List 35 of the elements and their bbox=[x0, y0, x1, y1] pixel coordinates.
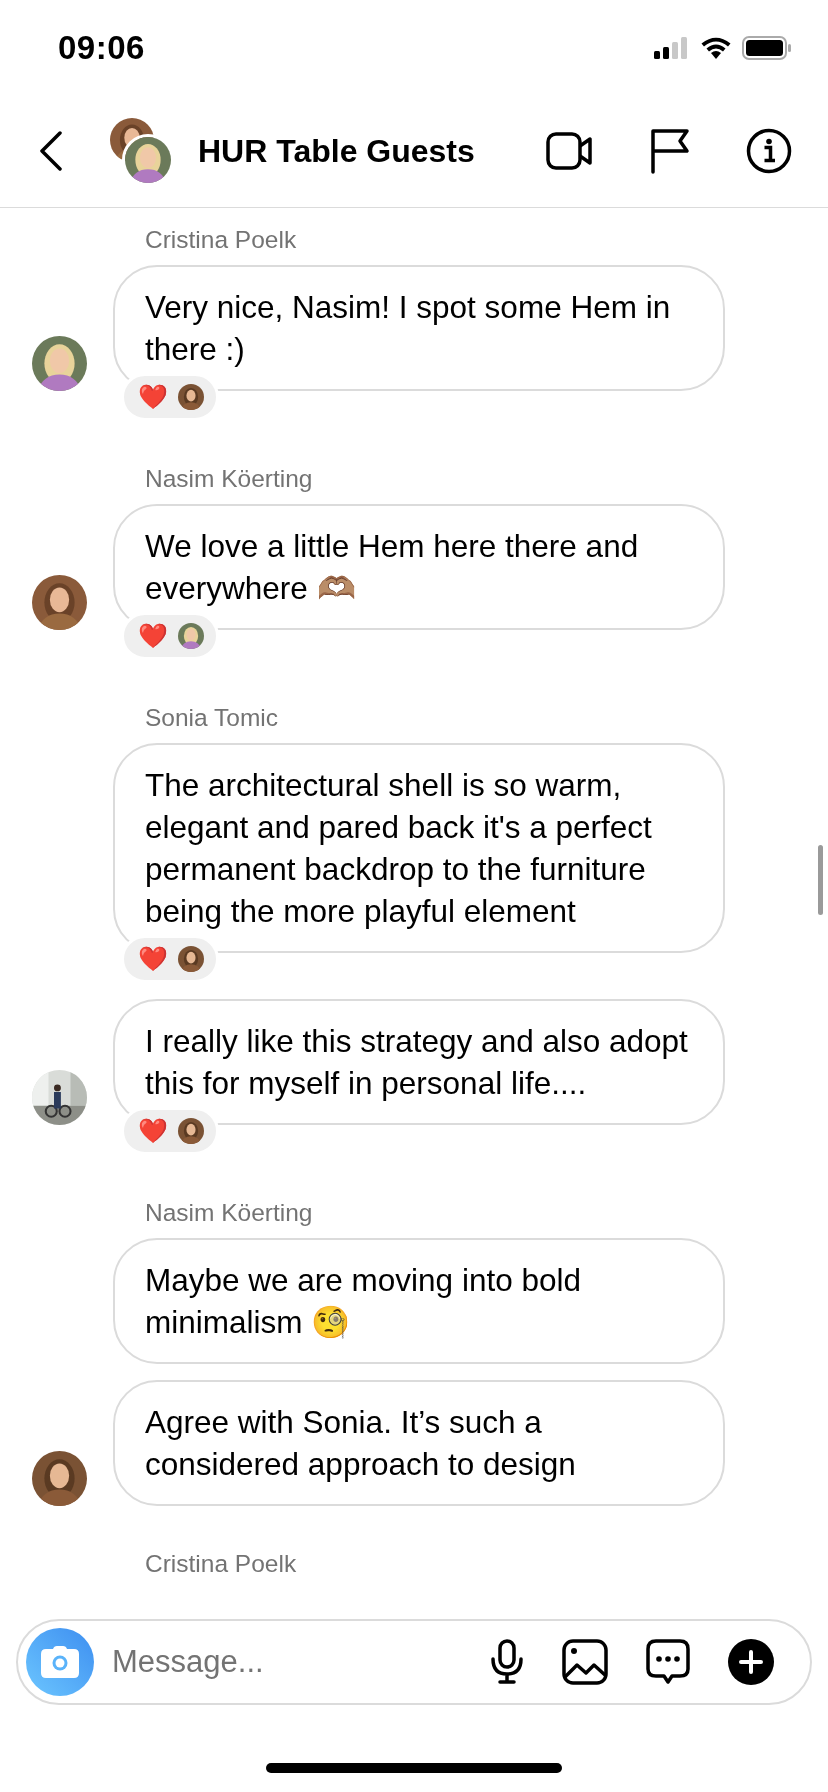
flag-icon bbox=[650, 128, 690, 174]
battery-icon bbox=[742, 35, 792, 60]
plus-icon bbox=[728, 1639, 774, 1685]
message-bubble[interactable]: Agree with Sonia. It’s such a considered approach to design bbox=[113, 1380, 725, 1506]
reaction-pill[interactable]: ❤ bbox=[121, 935, 219, 983]
reaction-pill[interactable]: ❤ bbox=[121, 373, 219, 421]
voice-button[interactable] bbox=[490, 1639, 524, 1685]
microphone-icon bbox=[490, 1639, 524, 1685]
sender-name: Nasim Köerting bbox=[145, 465, 314, 493]
chat-bubble-icon bbox=[646, 1639, 690, 1685]
status-time: 09:06 bbox=[58, 28, 145, 67]
reaction-pill[interactable]: ❤ bbox=[121, 612, 219, 660]
camera-button[interactable] bbox=[26, 1628, 94, 1696]
back-button[interactable] bbox=[38, 131, 64, 171]
sender-name: Sonia Tomic bbox=[145, 704, 279, 732]
video-call-button[interactable] bbox=[546, 131, 594, 171]
message-bubble[interactable]: Maybe we are moving into bold minimalism 🧐 bbox=[113, 1238, 725, 1364]
info-button[interactable] bbox=[746, 128, 792, 174]
scrollbar bbox=[818, 845, 823, 915]
reaction-pill[interactable]: ❤ bbox=[121, 1107, 219, 1155]
report-button[interactable] bbox=[650, 128, 690, 174]
camera-icon bbox=[41, 1646, 79, 1678]
info-icon bbox=[746, 128, 792, 174]
wifi-icon bbox=[700, 36, 732, 59]
sender-name: Cristina Poelk bbox=[145, 1550, 298, 1578]
back-icon bbox=[38, 131, 64, 171]
sender-name: Cristina Poelk bbox=[145, 226, 298, 254]
sender-name: Nasim Köerting bbox=[145, 1199, 314, 1227]
signal-icon bbox=[654, 36, 690, 59]
gallery-button[interactable] bbox=[562, 1639, 608, 1685]
add-button[interactable] bbox=[728, 1639, 774, 1685]
image-icon bbox=[562, 1639, 608, 1685]
video-camera-icon bbox=[546, 131, 594, 171]
chat-title[interactable]: HUR Table Guests bbox=[198, 132, 546, 170]
sticker-button[interactable] bbox=[646, 1639, 690, 1685]
